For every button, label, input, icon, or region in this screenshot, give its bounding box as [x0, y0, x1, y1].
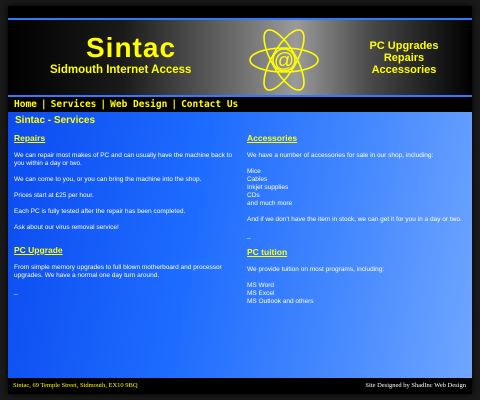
tuition-heading: PC tuition — [247, 247, 288, 257]
accessories-trailing: _ — [247, 232, 251, 239]
list-item: Cables — [247, 176, 268, 183]
list-item: MS Excel — [247, 290, 275, 297]
list-item: Mice — [247, 168, 261, 175]
accessories-list: Mice Cables Inkjet supplies CDs and much… — [247, 168, 467, 208]
tuition-intro: We provide tuition on most programs, inc… — [247, 266, 385, 273]
list-item: MS Outlook and others — [247, 298, 314, 305]
banner-bottom-line — [8, 95, 472, 97]
nav-contact-us[interactable]: Contact Us — [181, 99, 238, 110]
nav-separator: | — [100, 99, 107, 110]
atom-symbol: @ — [274, 50, 294, 72]
list-item: CDs — [247, 192, 260, 199]
main-nav: Home | Services | Web Design | Contact Us — [14, 99, 238, 111]
upgrade-trailing: _ — [14, 288, 18, 295]
main-content: Sintac - Services Repairs We can repair … — [8, 112, 472, 378]
list-item: Inkjet supplies — [247, 184, 289, 191]
logo-title[interactable]: Sintac — [86, 32, 176, 64]
tagline: PC Upgrades Repairs Accessories — [352, 40, 456, 76]
nav-separator: | — [40, 99, 47, 110]
list-item: and much more — [247, 200, 293, 207]
tagline-line: Repairs — [383, 52, 425, 64]
repairs-paragraph: Ask about our virus removal service! — [14, 224, 119, 231]
upgrade-paragraph: From simple memory upgrades to full blow… — [14, 264, 222, 279]
footer: Sintac, 69 Temple Street, Sidmouth, EX10… — [8, 380, 472, 394]
tuition-list: MS Word MS Excel MS Outlook and others — [247, 282, 467, 306]
repairs-paragraph: Prices start at £25 per hour. — [14, 192, 94, 199]
logo-subtitle: Sidmouth Internet Access — [50, 64, 192, 76]
footer-address: Sintac, 69 Temple Street, Sidmouth, EX10… — [13, 382, 138, 389]
repairs-paragraph: We can repair most makes of PC and can u… — [14, 152, 233, 167]
nav-home[interactable]: Home — [14, 99, 37, 110]
atom-logo-icon: @ — [249, 29, 319, 91]
footer-credit[interactable]: Site Designed by ShadInc Web Design — [365, 382, 466, 389]
list-item: MS Word — [247, 282, 274, 289]
upgrade-heading: PC Upgrade — [14, 245, 63, 255]
repairs-paragraph: We can come to you, or you can bring the… — [14, 176, 202, 183]
accessories-intro: We have a number of accessories for sale… — [247, 152, 434, 159]
right-column: Accessories We have a number of accessor… — [247, 134, 467, 314]
repairs-heading: Repairs — [14, 133, 46, 143]
nav-web-design[interactable]: Web Design — [110, 99, 167, 110]
tagline-line: Accessories — [371, 64, 437, 76]
page-title: Sintac - Services — [15, 115, 96, 126]
tagline-line: PC Upgrades — [369, 40, 439, 52]
left-column: Repairs We can repair most makes of PC a… — [14, 134, 240, 304]
nav-services[interactable]: Services — [51, 99, 97, 110]
nav-separator: | — [171, 99, 178, 110]
repairs-paragraph: Each PC is fully tested after the repair… — [14, 208, 186, 215]
accessories-heading: Accessories — [247, 133, 298, 143]
accessories-outro: And if we don't have the item in stock, … — [247, 216, 462, 223]
